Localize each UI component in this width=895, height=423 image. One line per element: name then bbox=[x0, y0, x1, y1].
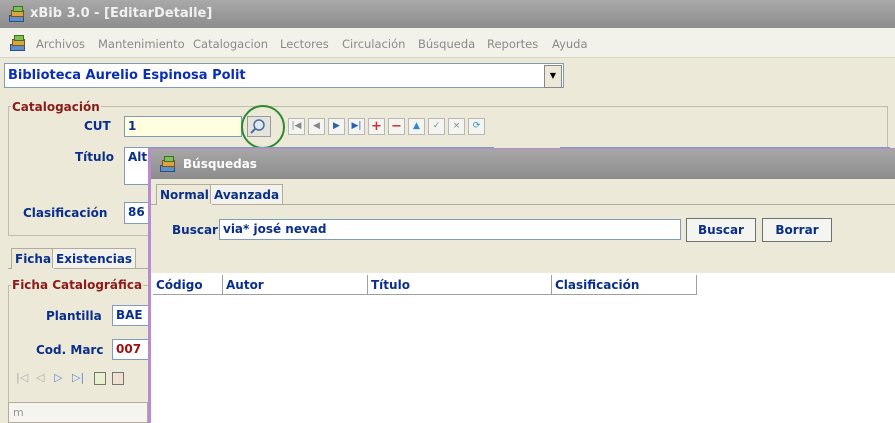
library-select-value: Biblioteca Aurelio Espinosa Polit bbox=[8, 68, 246, 83]
add-record-icon[interactable]: + bbox=[368, 118, 385, 135]
library-select[interactable]: Biblioteca Aurelio Espinosa Polit ▼ bbox=[4, 63, 564, 88]
column-header-clasificacion[interactable]: Clasificación bbox=[552, 275, 697, 295]
previous-record-icon[interactable]: ◀ bbox=[308, 118, 325, 135]
borrar-button[interactable]: Borrar bbox=[762, 218, 832, 242]
tab-existencias[interactable]: Existencias bbox=[52, 248, 137, 268]
column-header-autor[interactable]: Autor bbox=[223, 275, 368, 295]
marc-previous-icon[interactable]: ◁ bbox=[36, 371, 44, 384]
marc-add-icon[interactable] bbox=[94, 372, 106, 385]
next-record-icon[interactable]: ▶ bbox=[328, 118, 345, 135]
menu-archivos[interactable]: Archivos bbox=[36, 37, 85, 51]
codmarc-label: Cod. Marc bbox=[36, 343, 104, 357]
tab-avanzada[interactable]: Avanzada bbox=[210, 184, 284, 204]
window-title-bar: xBib 3.0 - [EditarDetalle] bbox=[0, 0, 895, 28]
menu-busqueda[interactable]: Búsqueda bbox=[418, 37, 475, 51]
marc-toolbar: |◁ ◁ ▷ ▷| bbox=[16, 368, 156, 392]
cut-label: CUT bbox=[84, 119, 111, 133]
search-input[interactable]: via* josé nevad bbox=[219, 219, 681, 240]
marc-delete-icon[interactable] bbox=[112, 372, 124, 385]
confirm-icon[interactable]: ✓ bbox=[428, 118, 445, 135]
buscar-label: Buscar bbox=[172, 223, 218, 237]
marc-next-icon[interactable]: ▷ bbox=[54, 371, 62, 384]
menu-circulacion[interactable]: Circulación bbox=[342, 37, 405, 51]
marc-line-field[interactable]: m bbox=[8, 402, 148, 423]
last-record-icon[interactable]: ▶| bbox=[348, 118, 365, 135]
column-header-titulo[interactable]: Título bbox=[368, 275, 552, 295]
chevron-down-icon[interactable]: ▼ bbox=[544, 65, 562, 88]
cancel-icon[interactable]: × bbox=[448, 118, 465, 135]
app-books-icon bbox=[159, 156, 175, 172]
tab-ficha[interactable]: Ficha bbox=[11, 248, 56, 269]
menu-reportes[interactable]: Reportes bbox=[487, 37, 538, 51]
app-books-icon[interactable] bbox=[9, 35, 25, 51]
edit-record-icon[interactable]: ▲ bbox=[408, 118, 425, 135]
column-header-codigo[interactable]: Código bbox=[153, 275, 223, 295]
dialog-tabs-baseline bbox=[151, 204, 895, 205]
menu-catalogacion[interactable]: Catalogacion bbox=[193, 37, 268, 51]
clasificacion-label: Clasificación bbox=[23, 206, 108, 220]
dialog-title: Búsquedas bbox=[183, 157, 257, 171]
marc-last-icon[interactable]: ▷| bbox=[72, 371, 84, 384]
menu-lectores[interactable]: Lectores bbox=[280, 37, 329, 51]
delete-record-icon[interactable]: − bbox=[388, 118, 405, 135]
menu-mantenimiento[interactable]: Mantenimiento bbox=[98, 37, 185, 51]
tab-normal[interactable]: Normal bbox=[156, 184, 213, 205]
highlight-circle bbox=[241, 105, 285, 149]
refresh-icon[interactable]: ⟳ bbox=[468, 118, 485, 135]
dialog-title-bar: Búsquedas bbox=[151, 149, 895, 179]
catalogacion-group-title: Catalogación bbox=[11, 100, 101, 114]
buscar-button[interactable]: Buscar bbox=[686, 218, 756, 242]
dialog-results-area bbox=[151, 273, 895, 423]
window-title: xBib 3.0 - [EditarDetalle] bbox=[30, 6, 213, 21]
menu-bar: Archivos Mantenimiento Catalogacion Lect… bbox=[0, 28, 895, 58]
app-books-icon bbox=[8, 6, 24, 22]
plantilla-label: Plantilla bbox=[46, 309, 102, 323]
first-record-icon[interactable]: |◀ bbox=[288, 118, 305, 135]
ficha-group-title: Ficha Catalográfica bbox=[11, 278, 144, 292]
menu-ayuda[interactable]: Ayuda bbox=[552, 37, 588, 51]
cut-field[interactable]: 1 bbox=[124, 116, 242, 137]
titulo-label: Título bbox=[75, 150, 114, 164]
marc-first-icon[interactable]: |◁ bbox=[16, 371, 28, 384]
